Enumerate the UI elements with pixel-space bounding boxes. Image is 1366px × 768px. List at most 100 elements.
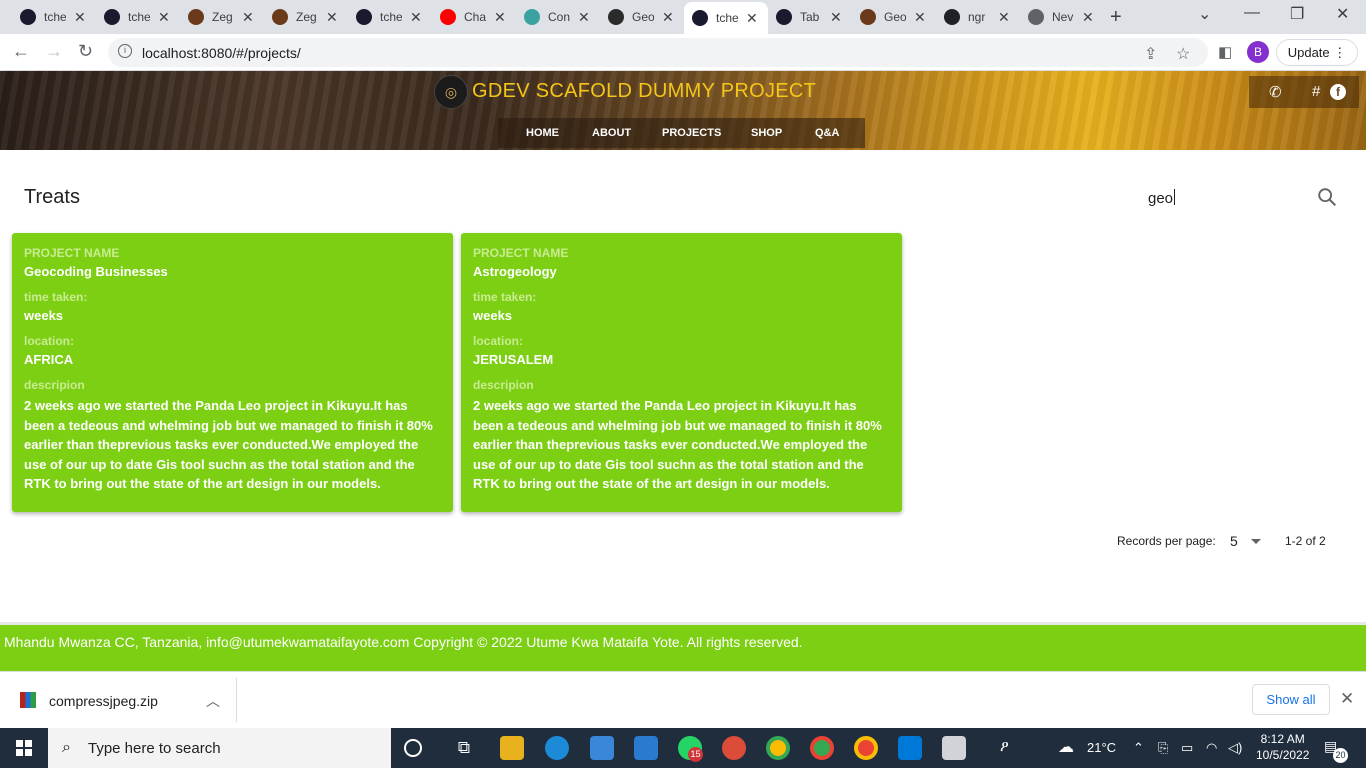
description-text: 2 weeks ago we started the Panda Leo pro… <box>473 398 882 491</box>
browser-tab[interactable]: ngr ✕ <box>936 4 1020 30</box>
records-per-page-label: Records per page: <box>1117 534 1216 548</box>
task-view-icon[interactable]: ⧉ <box>452 736 476 760</box>
nav-shop[interactable]: SHOP <box>751 127 782 139</box>
cortana-icon[interactable] <box>404 739 422 757</box>
store-icon[interactable] <box>590 736 614 760</box>
tab-title: tche <box>128 10 150 24</box>
vscode-icon[interactable] <box>898 736 922 760</box>
chevron-down-icon[interactable] <box>1251 539 1261 544</box>
browser-tab[interactable]: Zeg ✕ <box>180 4 264 30</box>
forward-icon[interactable]: → <box>45 41 63 62</box>
windows-start-icon[interactable] <box>16 740 32 756</box>
edge-icon[interactable] <box>545 736 569 760</box>
close-tab-icon[interactable]: ✕ <box>410 9 422 26</box>
close-tab-icon[interactable]: ✕ <box>326 9 338 26</box>
back-icon[interactable]: ← <box>12 41 30 62</box>
browser-tab[interactable]: Geo ✕ <box>852 4 936 30</box>
tab-title: ngr <box>968 10 986 24</box>
bookmark-star-icon[interactable]: ☆ <box>1176 44 1190 64</box>
close-tab-icon[interactable]: ✕ <box>578 9 590 26</box>
nav-about[interactable]: ABOUT <box>592 127 631 139</box>
tab-title: tche <box>44 10 66 24</box>
volume-icon[interactable]: ◁) <box>1228 740 1242 756</box>
browser-tab[interactable]: Tab ✕ <box>768 4 852 30</box>
project-card[interactable]: PROJECT NAME Astrogeology time taken: we… <box>461 233 902 512</box>
download-file-name[interactable]: compressjpeg.zip <box>49 693 158 709</box>
tab-favicon-icon <box>524 9 540 25</box>
minimize-icon[interactable]: — <box>1244 4 1260 22</box>
chrome-profile-b-icon[interactable] <box>722 736 746 760</box>
tab-title: tche <box>380 10 402 24</box>
update-button[interactable]: Update ⋮ <box>1276 39 1358 66</box>
project-name-label: PROJECT NAME <box>24 246 120 260</box>
tab-title: Cha <box>464 10 486 24</box>
close-tab-icon[interactable]: ✕ <box>830 9 842 26</box>
browser-tab[interactable]: tche ✕ <box>96 4 180 30</box>
phone-icon[interactable]: ✆ <box>1269 83 1282 101</box>
close-tab-icon[interactable]: ✕ <box>494 9 506 26</box>
chrome-profile-a-icon[interactable] <box>854 736 878 760</box>
time-taken-value: weeks <box>24 308 64 323</box>
browser-tab[interactable]: tche ✕ <box>12 4 96 30</box>
close-window-icon[interactable]: ✕ <box>1336 4 1349 24</box>
battery-icon[interactable]: ▭ <box>1181 740 1193 756</box>
show-all-button[interactable]: Show all <box>1252 684 1330 715</box>
close-tab-icon[interactable]: ✕ <box>662 9 674 26</box>
site-info-icon[interactable]: i <box>118 44 132 58</box>
close-tab-icon[interactable]: ✕ <box>74 9 86 26</box>
close-tab-icon[interactable]: ✕ <box>1082 9 1094 26</box>
hash-icon[interactable]: # <box>1312 83 1320 100</box>
tab-favicon-icon <box>272 9 288 25</box>
side-panel-icon[interactable]: ◧ <box>1218 43 1232 61</box>
reload-icon[interactable]: ↻ <box>78 41 93 62</box>
browser-tab[interactable]: Zeg ✕ <box>264 4 348 30</box>
people-icon[interactable]: ዖ <box>1000 738 1009 755</box>
facebook-icon[interactable]: f <box>1330 84 1346 100</box>
close-tab-icon[interactable]: ✕ <box>998 9 1010 26</box>
records-per-page-select[interactable]: 5 <box>1230 533 1238 549</box>
close-tab-icon[interactable]: ✕ <box>242 9 254 26</box>
url-text[interactable]: localhost:8080/#/projects/ <box>142 45 301 61</box>
tab-title: Zeg <box>296 10 317 24</box>
browser-tab[interactable]: tche ✕ <box>348 4 432 30</box>
nav-projects[interactable]: PROJECTS <box>662 127 721 139</box>
close-icon[interactable]: ✕ <box>1340 689 1354 709</box>
wifi-icon[interactable]: ◠ <box>1206 740 1217 756</box>
search-input[interactable]: geo <box>1148 189 1175 207</box>
tab-search-icon[interactable]: ⌄ <box>1198 4 1211 24</box>
browser-tab[interactable]: Cha ✕ <box>432 4 516 30</box>
share-icon[interactable]: ⇪ <box>1144 44 1157 64</box>
chevron-up-icon[interactable]: ︿ <box>206 691 220 711</box>
profile-avatar[interactable]: B <box>1247 41 1269 63</box>
chevron-up-icon[interactable]: ⌃ <box>1133 740 1144 756</box>
browser-tab[interactable]: Nev ✕ <box>1020 4 1104 30</box>
browser-tab[interactable]: Con ✕ <box>516 4 600 30</box>
taskbar-search[interactable]: ⌕ Type here to search <box>48 728 391 768</box>
site-header: ◎ GDEV SCAFOLD DUMMY PROJECT ✆ # f HOME … <box>0 71 1366 150</box>
close-tab-icon[interactable]: ✕ <box>158 9 170 26</box>
browser-tab[interactable]: tche ✕ <box>684 2 768 34</box>
close-tab-icon[interactable]: ✕ <box>914 9 926 26</box>
nav-home[interactable]: HOME <box>526 127 559 139</box>
chrome-profile-icon[interactable] <box>810 736 834 760</box>
project-card[interactable]: PROJECT NAME Geocoding Businesses time t… <box>12 233 453 512</box>
download-bar: compressjpeg.zip ︿ Show all ✕ <box>0 671 1366 728</box>
location-label: location: <box>473 334 523 348</box>
restore-icon[interactable]: ❐ <box>1290 4 1304 24</box>
browser-tab[interactable]: Geo ✕ <box>600 4 684 30</box>
search-icon[interactable] <box>1316 186 1338 208</box>
new-tab-icon[interactable]: + <box>1110 6 1122 29</box>
clock[interactable]: 8:12 AM 10/5/2022 <box>1256 731 1309 763</box>
chrome-icon[interactable] <box>766 736 790 760</box>
meet-now-icon[interactable]: ⎘ <box>1158 740 1168 756</box>
file-explorer-icon[interactable] <box>500 736 524 760</box>
address-bar[interactable]: i localhost:8080/#/projects/ ⇪ ☆ <box>108 38 1208 67</box>
app-window-icon[interactable] <box>942 736 966 760</box>
weather-temp[interactable]: 21°C <box>1087 740 1116 755</box>
weather-icon[interactable]: ☁ <box>1058 737 1074 757</box>
close-tab-icon[interactable]: ✕ <box>746 10 758 27</box>
nav-qa[interactable]: Q&A <box>815 127 839 139</box>
mail-icon[interactable] <box>634 736 658 760</box>
site-logo[interactable]: ◎ <box>434 75 468 109</box>
tab-title: Geo <box>884 10 906 24</box>
